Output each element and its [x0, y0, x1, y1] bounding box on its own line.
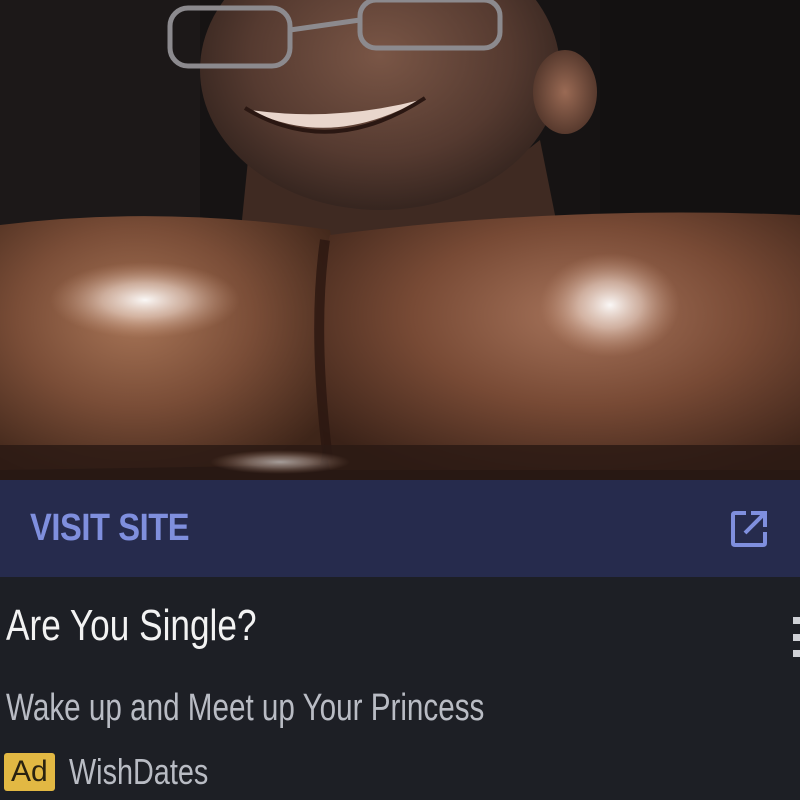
ad-photo — [0, 0, 800, 480]
external-link-icon[interactable] — [726, 506, 772, 552]
menu-dot — [793, 617, 800, 624]
visit-site-button[interactable]: VISIT SITE — [30, 507, 190, 550]
visit-site-bar[interactable]: VISIT SITE — [0, 480, 800, 577]
more-vertical-icon[interactable] — [788, 617, 800, 657]
ad-headline[interactable]: Are You Single? — [6, 601, 257, 651]
ad-meta: Ad WishDates — [4, 749, 243, 795]
menu-dot — [793, 633, 800, 641]
advertiser-name[interactable]: WishDates — [69, 751, 208, 793]
ad-video[interactable] — [0, 0, 800, 480]
ad-badge: Ad — [4, 753, 55, 791]
ad-description: Wake up and Meet up Your Princess — [6, 687, 485, 729]
ad-frame: VISIT SITE Are You Single? Wake up and M… — [0, 0, 800, 800]
menu-dot — [793, 650, 800, 657]
ad-info-panel[interactable]: Are You Single? Wake up and Meet up Your… — [0, 577, 800, 800]
